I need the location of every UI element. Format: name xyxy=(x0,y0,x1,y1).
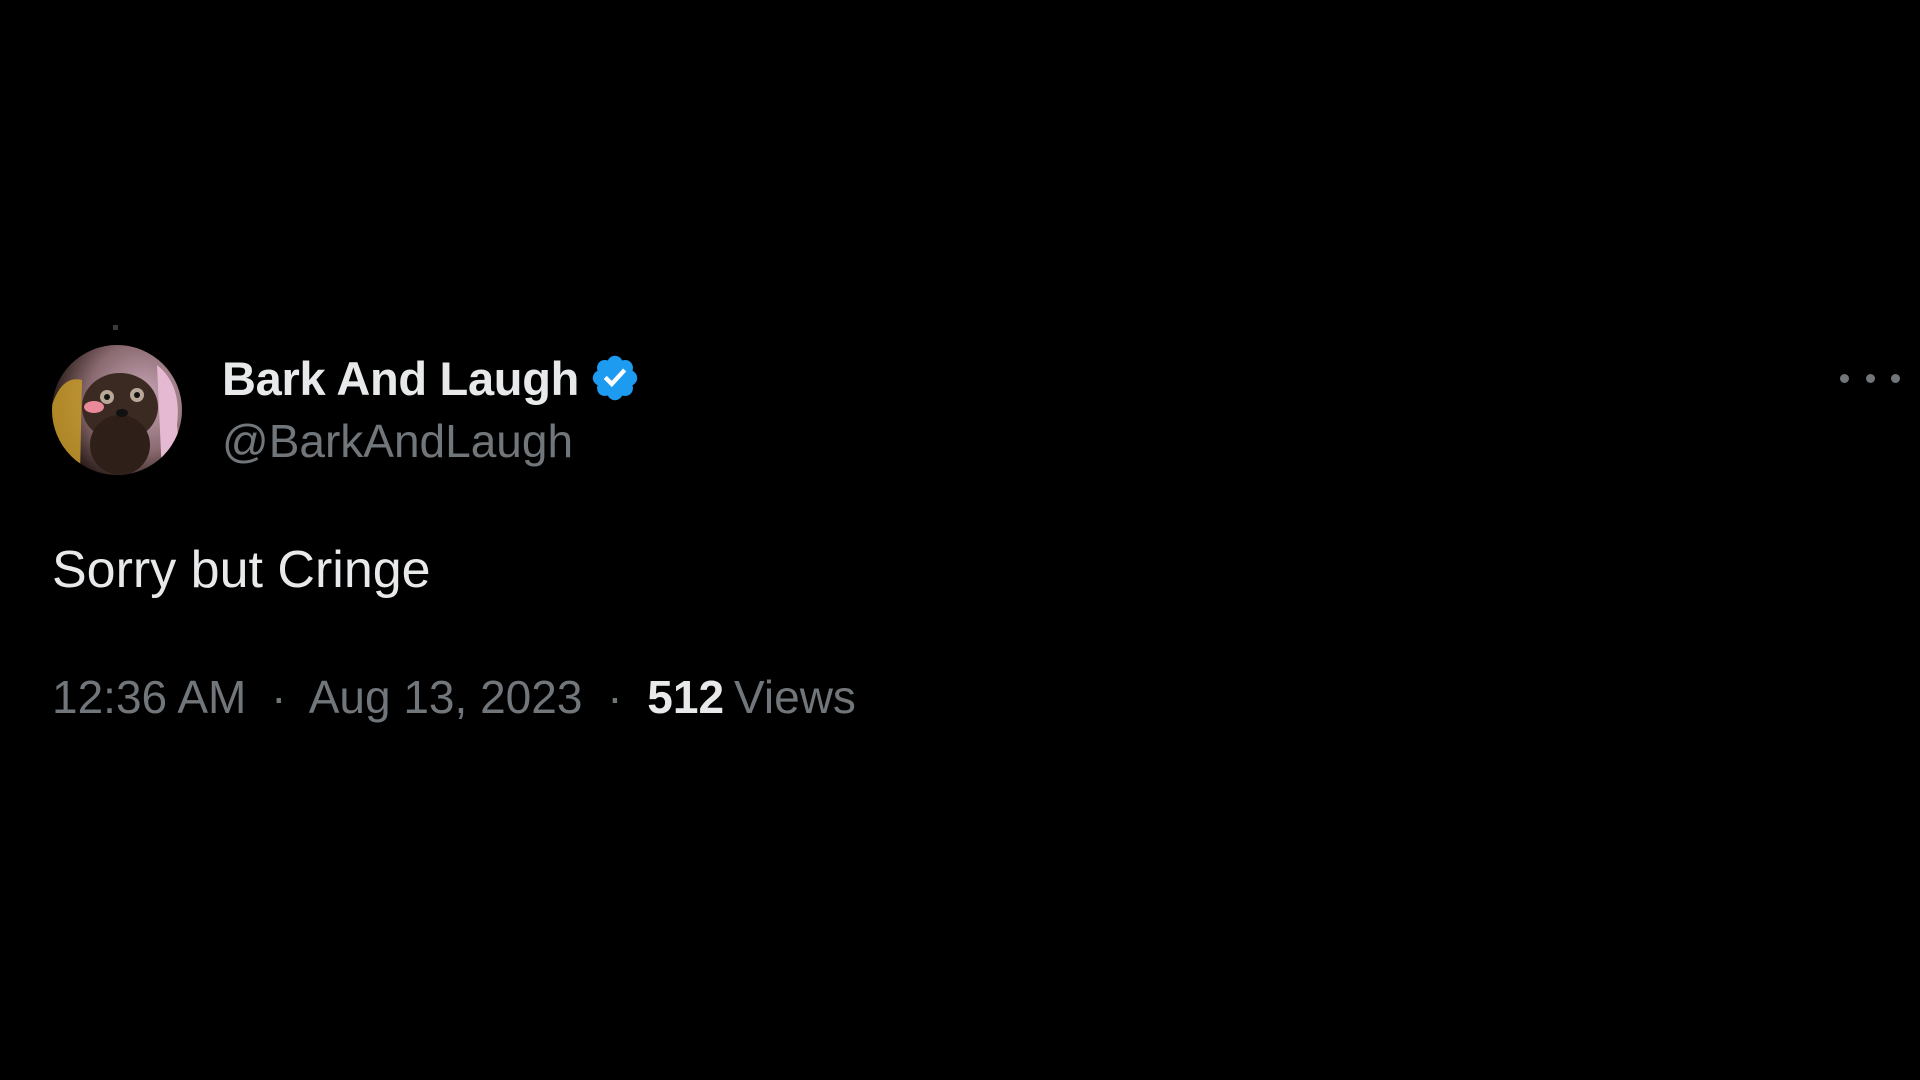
display-name[interactable]: Bark And Laugh xyxy=(222,351,579,406)
more-dot xyxy=(1865,373,1875,383)
tweet: Bark And Laugh @BarkAndLaugh Sorry but C… xyxy=(0,0,1920,1080)
more-dot xyxy=(1840,373,1849,383)
tweet-text: Sorry but Cringe xyxy=(52,541,431,599)
verified-badge-icon[interactable] xyxy=(589,352,641,404)
meta-separator: · xyxy=(607,671,623,723)
author-name-row[interactable]: Bark And Laugh xyxy=(222,348,641,408)
author-handle[interactable]: @BarkAndLaugh xyxy=(222,414,573,468)
dog-avatar-image xyxy=(52,345,182,475)
avatar[interactable] xyxy=(52,345,182,475)
tweet-time[interactable]: 12:36 AM xyxy=(52,671,246,723)
tweet-meta: 12:36 AM · Aug 13, 2023 · 512 Views xyxy=(52,670,856,724)
decorative-dot xyxy=(113,325,118,330)
tweet-date[interactable]: Aug 13, 2023 xyxy=(309,671,583,723)
more-dot xyxy=(1891,373,1900,383)
views-label[interactable]: Views xyxy=(734,671,856,723)
views-count[interactable]: 512 xyxy=(647,671,724,723)
meta-separator: · xyxy=(271,671,287,723)
more-options-icon[interactable] xyxy=(1840,358,1900,398)
